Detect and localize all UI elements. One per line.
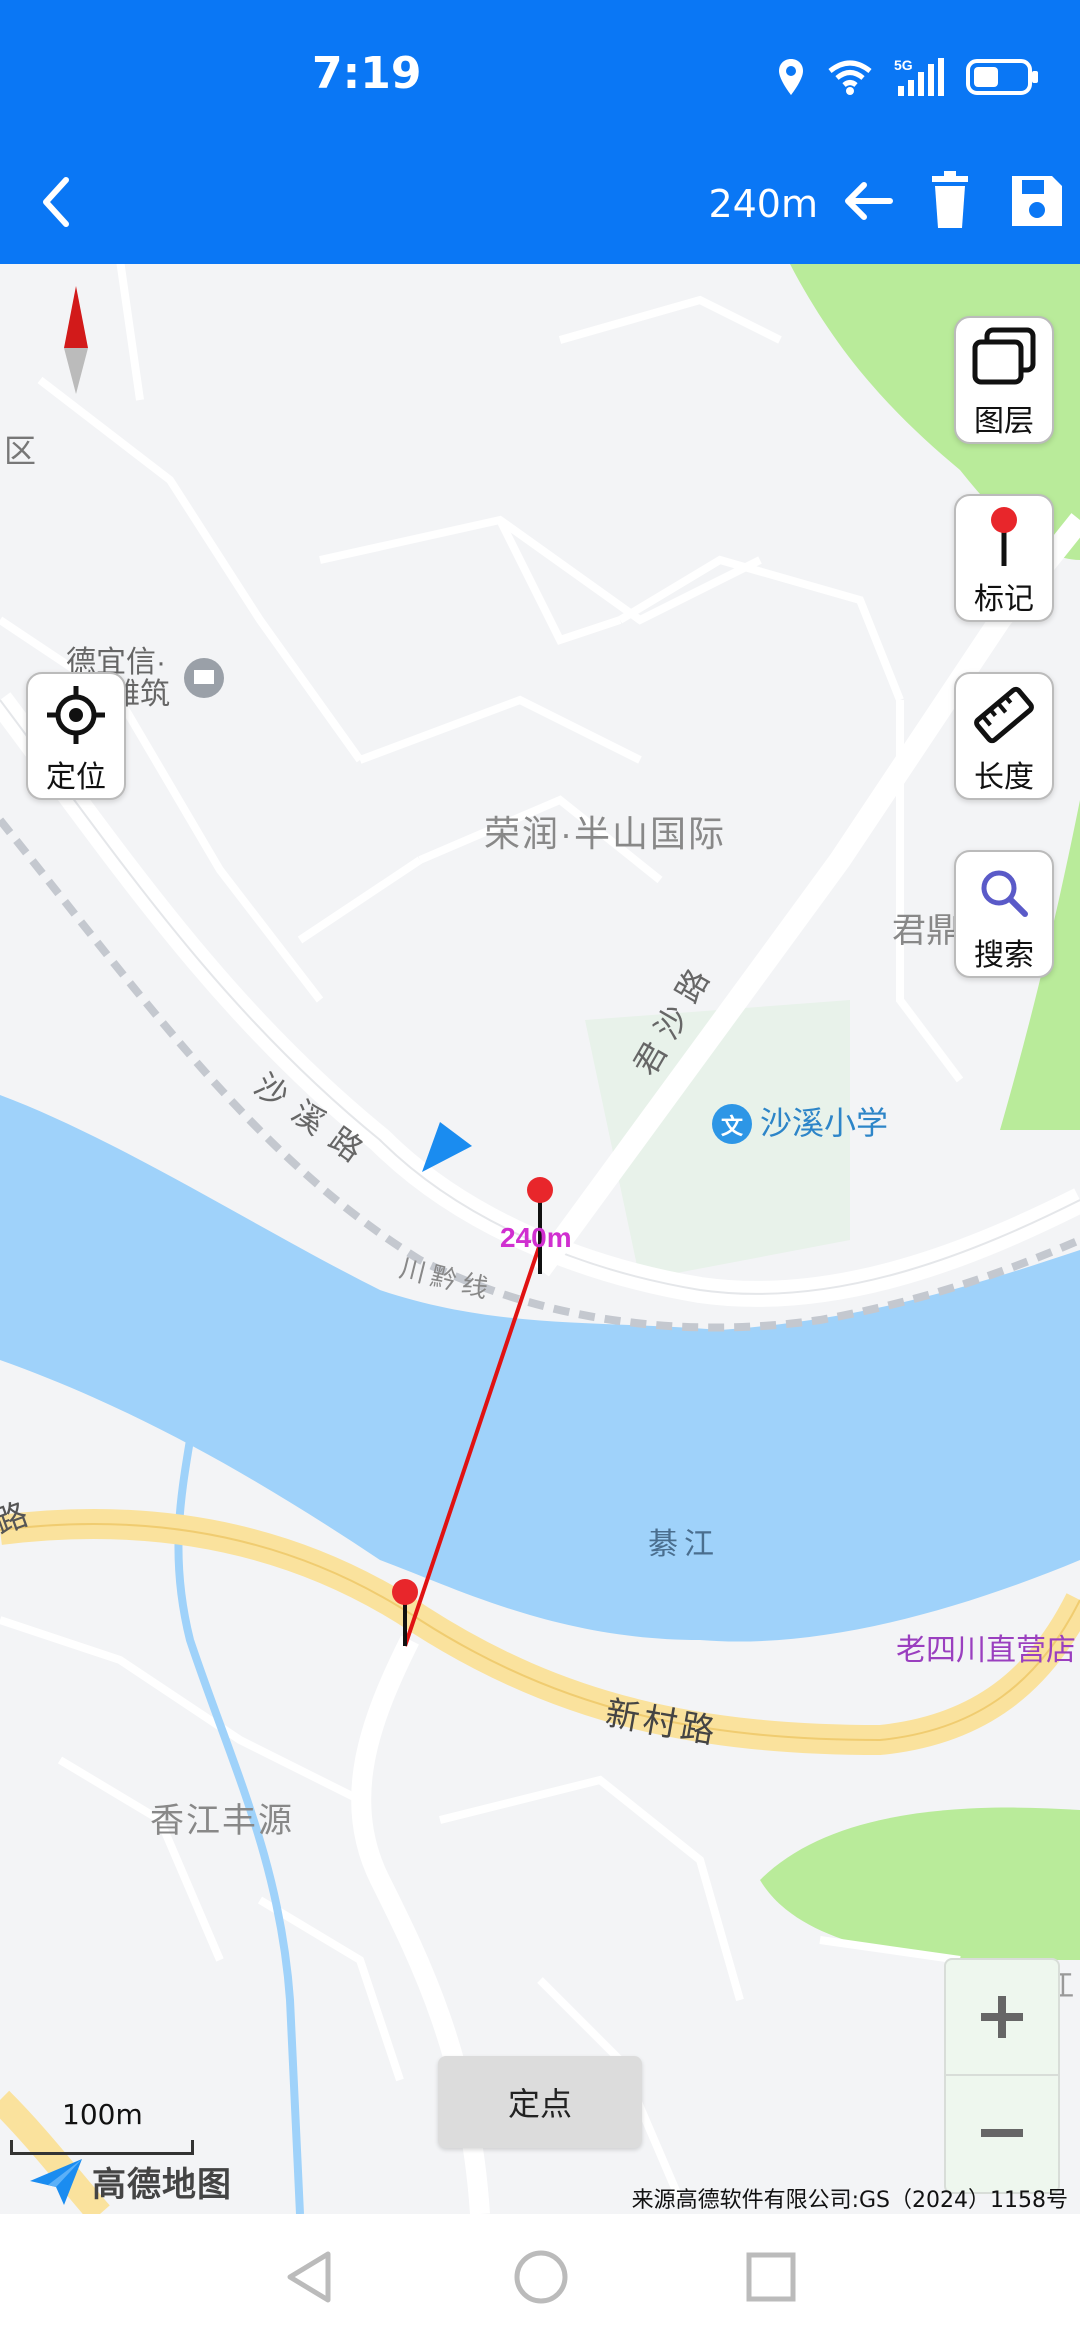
5g-signal-icon: 5G: [894, 57, 944, 96]
map-pin-icon: [991, 507, 1017, 566]
school-poi-icon[interactable]: 文: [712, 1104, 752, 1144]
system-nav-bar: [0, 2214, 1080, 2340]
battery-icon: [966, 59, 1038, 95]
scale-bar: [10, 2140, 194, 2155]
nav-recents-icon[interactable]: [740, 2246, 802, 2308]
mark-button[interactable]: 标记: [954, 494, 1054, 622]
search-label: 搜索: [974, 938, 1034, 973]
nav-home-icon[interactable]: [510, 2246, 572, 2308]
building-poi-icon[interactable]: [184, 658, 224, 698]
amap-logo: 高德地图: [28, 2154, 232, 2208]
map-label-district: 区: [4, 433, 36, 469]
zoom-out-button[interactable]: [946, 2076, 1058, 2190]
layers-label: 图层: [974, 404, 1034, 439]
plus-icon: [981, 1996, 1023, 2038]
amap-logo-icon: [30, 2159, 82, 2205]
ruler-icon: [974, 686, 1034, 744]
layers-icon: [972, 327, 1036, 385]
measure-label: 240m: [500, 1222, 572, 1253]
map-label-laosichuan: 老四川直营店: [896, 1634, 1076, 1667]
length-label: 长度: [974, 760, 1034, 795]
compass-icon[interactable]: [64, 286, 88, 394]
copyright-text: 来源高德软件有限公司:GS（2024）1158号: [631, 2188, 1068, 2213]
current-location-icon: [422, 1122, 472, 1172]
svg-text:5G: 5G: [894, 57, 913, 73]
map-label-shaxi-school: 沙溪小学: [760, 1105, 888, 1141]
back-icon[interactable]: [22, 166, 94, 238]
search-icon: [981, 870, 1028, 917]
search-button[interactable]: 搜索: [954, 850, 1054, 978]
map-canvas[interactable]: 240m 区 德宜信· 雅筑 荣润·半山国际 君鼎 沙溪路 君沙路 文 沙溪小学…: [0, 264, 1080, 2214]
nav-back-icon[interactable]: [278, 2246, 340, 2308]
save-icon[interactable]: [1006, 170, 1066, 232]
top-toolbar: 240m: [0, 140, 1080, 264]
length-button[interactable]: 长度: [954, 672, 1054, 800]
trash-icon[interactable]: [920, 170, 980, 232]
mark-label: 标记: [974, 582, 1034, 617]
locate-button[interactable]: 定位: [26, 672, 126, 800]
locate-icon: [47, 686, 105, 744]
locate-label: 定位: [46, 760, 106, 795]
status-icons: 5G: [776, 52, 1040, 102]
undo-arrow-icon[interactable]: [838, 170, 898, 232]
map-label-xiangjiang: 香江丰源: [150, 1802, 294, 1840]
status-time: 7:19: [312, 48, 422, 99]
distance-readout: 240m: [708, 182, 818, 226]
wifi-icon: [828, 60, 872, 95]
amap-logo-text: 高德地图: [92, 2164, 232, 2205]
layers-button[interactable]: 图层: [954, 316, 1054, 444]
location-icon: [779, 59, 803, 95]
zoom-in-button[interactable]: [946, 1960, 1058, 2076]
river: [0, 1095, 1080, 1642]
minus-icon: [981, 2129, 1023, 2137]
svg-text:文: 文: [721, 1114, 744, 1139]
map-label-chuanqian-line: 川黔线: [397, 1253, 497, 1305]
map-label-xincun-road: 新村路: [603, 1694, 722, 1751]
map-label-rongrun: 荣润·半山国际: [484, 813, 726, 854]
map-label-qijiang: 綦江: [648, 1528, 720, 1561]
green-area: [760, 1807, 1080, 1960]
map-label-junjian: 君鼎: [892, 912, 960, 950]
scale-label: 100m: [62, 2098, 143, 2131]
status-bar: 7:19 5G: [0, 0, 1080, 140]
zoom-control: [944, 1958, 1060, 2194]
add-point-button[interactable]: 定点: [438, 2056, 642, 2148]
map-view[interactable]: 240m 区 德宜信· 雅筑 荣润·半山国际 君鼎 沙溪路 君沙路 文 沙溪小学…: [0, 264, 1080, 2214]
